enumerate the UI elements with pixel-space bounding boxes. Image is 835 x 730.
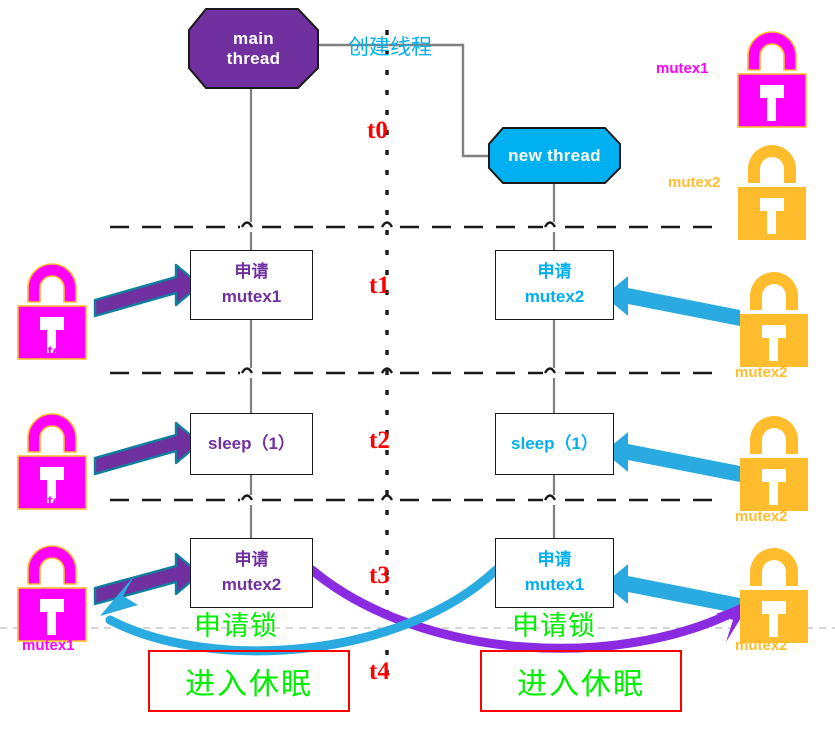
- step-left-t2-line1: sleep（1）: [208, 433, 295, 453]
- lock-mutex1-t3-icon: [17, 545, 87, 642]
- step-right-t2[interactable]: sleep（1）: [495, 413, 614, 475]
- step-left-t1-line1: 申请: [234, 262, 269, 282]
- lock-mutex2-top-caption: mutex2: [668, 174, 721, 191]
- arrow-mutex2-to-apply-mutex1-t3: [604, 564, 740, 614]
- step-right-t3-line2: mutex1: [524, 575, 585, 594]
- diagram-vector-layer: [0, 8, 835, 680]
- step-right-t1-line2: mutex2: [524, 287, 585, 306]
- create-thread-connector: [318, 43, 489, 158]
- annotation-acquire-lock-left: 申请锁: [194, 611, 278, 642]
- time-marker-t3: t3: [369, 562, 390, 589]
- deadlock-diagram: main thread new thread 创建线程 t0 t1 t2 t3 …: [0, 0, 835, 730]
- annotation-sleep-right: 进入休眠: [517, 667, 645, 702]
- step-left-t2[interactable]: sleep（1）: [190, 413, 313, 475]
- new-thread-label: new thread: [508, 145, 601, 165]
- lock-mutex1-t1-caption: mutex1: [25, 343, 78, 360]
- step-right-t1[interactable]: 申请 mutex2: [495, 250, 614, 320]
- dashed-rule-t1-t2: [110, 367, 720, 375]
- arrow-mutex1-to-apply-mutex2-t3: [93, 552, 202, 606]
- annotation-sleep-left-box: 进入休眠: [148, 650, 350, 712]
- annotation-sleep-left: 进入休眠: [185, 667, 313, 702]
- time-marker-t4: t4: [369, 658, 390, 685]
- lock-mutex1-t3-caption: mutex1: [22, 637, 75, 654]
- lock-mutex2-t2-caption: mutex2: [735, 508, 788, 525]
- main-thread-label-line1: main: [233, 28, 274, 48]
- lock-mutex2-t3-icon: [740, 548, 808, 643]
- arrow-mutex1-to-apply-mutex1-t1: [93, 263, 202, 318]
- arrow-mutex1-to-sleep-t2: [93, 421, 202, 476]
- lock-mutex1-top-caption: mutex1: [656, 60, 709, 77]
- lock-mutex2-t3-caption: mutex2: [735, 637, 788, 654]
- step-left-t3-line2: mutex2: [221, 575, 282, 594]
- step-right-t2-line1: sleep（1）: [511, 433, 598, 453]
- step-left-t1-line2: mutex1: [221, 287, 282, 306]
- main-thread-node[interactable]: main thread: [189, 9, 318, 88]
- step-left-t3-line1: 申请: [234, 550, 269, 570]
- time-marker-t0: t0: [367, 117, 388, 144]
- dashed-rule-t2-t3: [110, 494, 720, 502]
- arrow-mutex2-to-sleep-t2: [604, 432, 740, 482]
- arrow-mutex2-to-apply-mutex2-t1: [604, 276, 740, 326]
- lock-mutex1-top-icon: [737, 31, 807, 128]
- step-right-t1-line1: 申请: [537, 262, 572, 282]
- create-thread-label: 创建线程: [348, 35, 432, 59]
- lock-mutex2-t1-icon: [740, 272, 808, 367]
- time-marker-t1: t1: [369, 272, 390, 299]
- lock-mutex2-t2-icon: [740, 416, 808, 511]
- lock-mutex2-top-icon: [738, 145, 806, 240]
- step-left-t1[interactable]: 申请 mutex1: [190, 250, 313, 320]
- lock-mutex1-t2-caption: mutex1: [25, 493, 78, 510]
- step-right-t3-line1: 申请: [537, 550, 572, 570]
- dashed-rule-t0-t1: [110, 221, 720, 229]
- annotation-sleep-right-box: 进入休眠: [480, 650, 682, 712]
- lock-mutex2-t1-caption: mutex2: [735, 364, 788, 381]
- main-thread-label-line2: thread: [226, 48, 281, 68]
- new-thread-node[interactable]: new thread: [489, 128, 620, 183]
- step-left-t3[interactable]: 申请 mutex2: [190, 538, 313, 608]
- annotation-acquire-lock-right: 申请锁: [512, 611, 596, 642]
- time-marker-t2: t2: [369, 427, 390, 454]
- step-right-t3[interactable]: 申请 mutex1: [495, 538, 614, 608]
